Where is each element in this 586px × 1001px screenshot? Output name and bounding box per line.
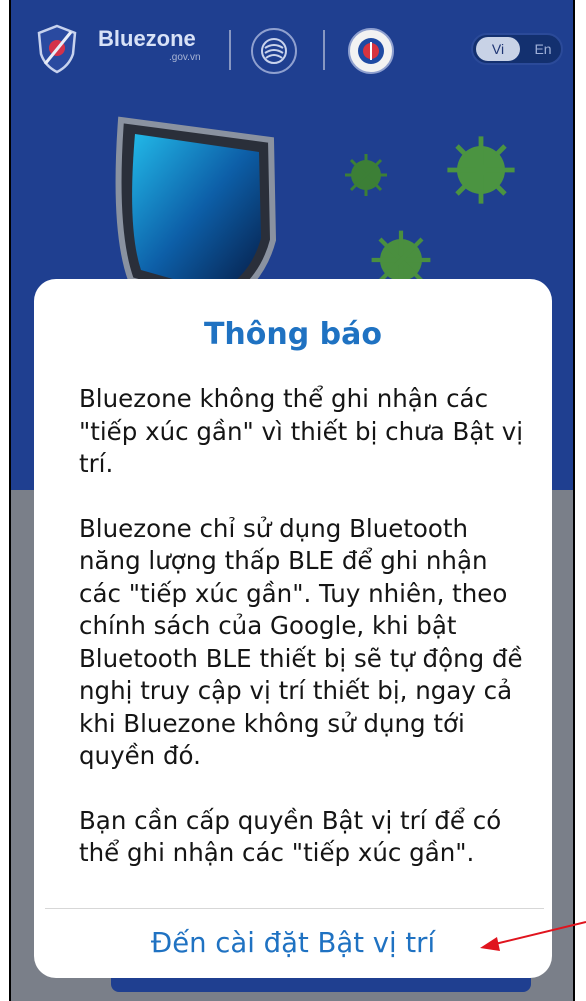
header-bar: Bluezone .gov.vn Vi En — [11, 0, 573, 80]
dialog-title: Thông báo — [203, 317, 383, 352]
open-location-settings-button[interactable]: Đến cài đặt Bật vị trí — [34, 927, 552, 959]
virus-icon — [447, 136, 515, 204]
brand-name: Bluezone — [98, 26, 196, 51]
health-ministry-emblem-icon — [348, 28, 394, 74]
brand-domain: .gov.vn — [169, 52, 201, 63]
notification-dialog: Thông báo Bluezone không thể ghi nhận cá… — [34, 279, 552, 978]
dialog-paragraph: Bluezone không thể ghi nhận các "tiếp xú… — [79, 384, 524, 478]
background-button — [111, 978, 531, 992]
dialog-paragraph: Bluezone chỉ sử dụng Bluetooth năng lượn… — [79, 513, 523, 771]
language-toggle[interactable]: Vi En — [471, 33, 563, 65]
dialog-divider — [45, 908, 544, 909]
ministry-emblem-icon — [251, 28, 297, 74]
language-option-vi[interactable]: Vi — [476, 37, 520, 61]
header-divider — [229, 30, 231, 70]
language-option-en[interactable]: En — [527, 37, 559, 61]
dialog-message: Bluezone không thể ghi nhận các "tiếp xú… — [79, 383, 532, 902]
dialog-paragraph: Bạn cần cấp quyền Bật vị trí để có thể g… — [79, 805, 502, 868]
bluezone-logo-icon — [37, 24, 77, 74]
header-divider — [323, 30, 325, 70]
virus-icon — [345, 154, 387, 196]
